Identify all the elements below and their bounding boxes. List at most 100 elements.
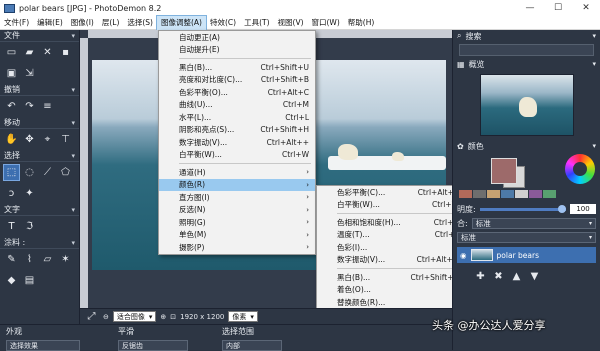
navigator-thumbnail[interactable] [479, 74, 574, 136]
pencil-icon[interactable]: ✎ [4, 252, 19, 267]
section-select[interactable]: 选择 ▾ [0, 150, 79, 162]
adjust-menu-item[interactable]: 自动更正(A) [159, 31, 315, 44]
adjust-menu-item[interactable]: 摄影(P) › [159, 241, 315, 254]
undo-icon[interactable]: ↶ [4, 99, 19, 114]
adjust-menu-item[interactable]: 颜色(R) › [159, 178, 315, 191]
color-swatch[interactable] [543, 190, 556, 198]
appearance-select[interactable]: 选择效果 [6, 340, 80, 351]
menu-window[interactable]: 窗口(W) [308, 16, 344, 30]
color-submenu-item[interactable]: 色相和饱和度(H)... Ctrl+H [317, 216, 465, 229]
section-file[interactable]: 文件 ▾ [0, 30, 79, 42]
color-swatch[interactable] [501, 190, 514, 198]
minimize-button[interactable]: — [516, 3, 544, 13]
color-submenu-item[interactable]: 色彩(I)... [317, 241, 465, 254]
adjust-menu-item[interactable]: 亮度和对比度(C)... Ctrl+Shift+B [159, 74, 315, 87]
adjust-menu-item[interactable]: 直方图(I) › [159, 191, 315, 204]
adjust-menu-item[interactable]: 数字振动(V)... Ctrl+Alt++ [159, 136, 315, 149]
color-submenu-item[interactable]: 着色(O)... [317, 284, 465, 297]
magic-wand-icon[interactable]: ✦ [22, 186, 37, 201]
text-icon[interactable]: T [4, 219, 19, 234]
adjust-menu-item[interactable]: 反选(N) › [159, 204, 315, 217]
measure-icon[interactable]: ⊤ [58, 132, 73, 147]
maximize-button[interactable]: ☐ [544, 3, 572, 13]
section-text[interactable]: 文字 ▾ [0, 204, 79, 216]
color-submenu-item[interactable]: 色彩平衡(C)... Ctrl+Alt+C [317, 186, 465, 199]
unit-select[interactable]: 像素 ▾ [228, 311, 258, 322]
menu-adjustments[interactable]: 图像调整(A) [156, 14, 207, 31]
adjust-menu-item[interactable]: 黑白(B)... Ctrl+Shift+U [159, 61, 315, 74]
gradient-icon[interactable]: ▤ [22, 273, 37, 288]
opacity-value[interactable]: 100 [570, 204, 596, 214]
overview-header[interactable]: ▦ 概览 ▾ [453, 58, 600, 70]
color-swatch[interactable] [515, 190, 528, 198]
ellipse-select-icon[interactable]: ◌ [22, 165, 37, 180]
color-submenu-item[interactable]: 数字振动(V)... Ctrl+Alt++ [317, 254, 465, 267]
area-select[interactable]: 内部 [222, 340, 282, 351]
zoom-out-icon[interactable]: ⊖ [103, 313, 109, 321]
close-icon[interactable]: ✕ [40, 45, 55, 60]
color-submenu-item[interactable]: 替换颜色(R)... [317, 296, 465, 309]
color-swatch[interactable] [487, 190, 500, 198]
adjust-menu-item[interactable]: 阴影和亮点(S)... Ctrl+Shift+H [159, 124, 315, 137]
move-up-icon[interactable]: ▲ [509, 269, 524, 284]
menu-help[interactable]: 帮助(H) [344, 16, 379, 30]
lasso-icon[interactable]: ↄ [4, 186, 19, 201]
adjust-menu-item[interactable]: 通道(H) › [159, 166, 315, 179]
adjust-menu-item[interactable]: 水平(L)... Ctrl+L [159, 111, 315, 124]
export-icon[interactable]: ⇲ [22, 66, 37, 81]
menu-edit[interactable]: 编辑(E) [33, 16, 67, 30]
actual-size-icon[interactable]: ⊡ [170, 313, 176, 321]
zoom-in-icon[interactable]: ⊕ [160, 313, 166, 321]
menu-view[interactable]: 视图(V) [274, 16, 308, 30]
visibility-icon[interactable]: ◉ [460, 251, 467, 260]
smoothing-select[interactable]: 反锯齿 [118, 340, 188, 351]
adjust-menu-item[interactable]: 自动提升(E) [159, 44, 315, 57]
zoom-select[interactable]: 适合图像 ▾ [112, 311, 157, 322]
menu-tools[interactable]: 工具(T) [240, 16, 273, 30]
color-submenu-item[interactable]: 白平衡(W)... Ctrl+W [317, 199, 465, 212]
brush-icon[interactable]: ⌇ [22, 252, 37, 267]
clone-icon[interactable]: ✶ [58, 252, 73, 267]
move-icon[interactable]: ✥ [22, 132, 37, 147]
eyedropper-icon[interactable]: ⌖ [40, 132, 55, 147]
save-icon[interactable]: ▪ [58, 45, 73, 60]
typography-icon[interactable]: ℑ [22, 219, 37, 234]
color-wheel[interactable] [565, 154, 595, 184]
color-swatch[interactable] [459, 190, 472, 198]
adjust-menu-item[interactable]: 单色(M) › [159, 229, 315, 242]
fit-icon[interactable]: ⤢ [84, 309, 99, 324]
history-icon[interactable]: ≡ [40, 99, 55, 114]
adjust-menu-item[interactable]: 照明(G) › [159, 216, 315, 229]
search-input[interactable] [459, 44, 594, 56]
color-swatch[interactable] [473, 190, 486, 198]
hand-icon[interactable]: ✋ [4, 132, 19, 147]
color-submenu-item[interactable]: 温度(T)... Ctrl+T [317, 229, 465, 242]
slider-knob[interactable] [558, 204, 566, 213]
adjust-menu-item[interactable]: 白平衡(W)... Ctrl+W [159, 149, 315, 162]
open-folder-icon[interactable]: ▰ [22, 45, 37, 60]
section-move[interactable]: 移动 ▾ [0, 117, 79, 129]
menu-effects[interactable]: 特效(C) [206, 16, 240, 30]
blend-mode-select[interactable]: 标准 ▾ [471, 217, 596, 229]
move-down-icon[interactable]: ▼ [527, 269, 542, 284]
add-layer-icon[interactable]: ✚ [473, 269, 488, 284]
alpha-mode-select[interactable]: 标准 ▾ [457, 231, 596, 243]
color-submenu-item[interactable]: 黑白(B)... Ctrl+Shift+U [317, 271, 465, 284]
fill-bucket-icon[interactable]: ◆ [4, 273, 19, 288]
polygon-select-icon[interactable]: ⬠ [58, 165, 73, 180]
eraser-icon[interactable]: ▱ [40, 252, 55, 267]
adjust-menu-item[interactable]: 曲线(U)... Ctrl+M [159, 99, 315, 112]
adjust-menu-item[interactable]: 色彩平衡(O)... Ctrl+Alt+C [159, 86, 315, 99]
color-swatch[interactable] [529, 190, 542, 198]
new-file-icon[interactable]: ▭ [4, 45, 19, 60]
section-paint[interactable]: 涂料 : ▾ [0, 237, 79, 249]
save-as-icon[interactable]: ▣ [4, 66, 19, 81]
opacity-slider[interactable] [479, 204, 566, 213]
menu-file[interactable]: 文件(F) [0, 16, 33, 30]
menu-image[interactable]: 图像(I) [67, 16, 98, 30]
close-button[interactable]: ✕ [572, 3, 600, 13]
foreground-color-swatch[interactable] [491, 158, 517, 184]
line-select-icon[interactable]: ⟋ [40, 165, 55, 180]
redo-icon[interactable]: ↷ [22, 99, 37, 114]
color-header[interactable]: ✿ 颜色 ▾ [453, 140, 600, 152]
